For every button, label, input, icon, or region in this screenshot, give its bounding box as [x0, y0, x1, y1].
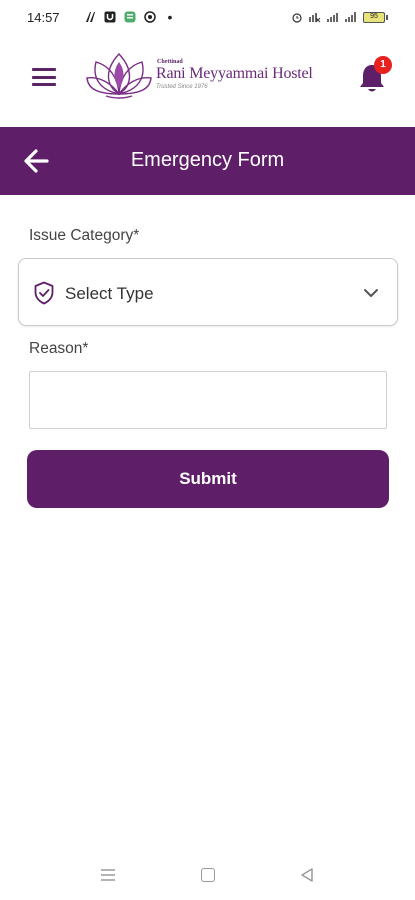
- submit-button[interactable]: Submit: [27, 450, 389, 508]
- home-icon[interactable]: [201, 868, 215, 882]
- system-nav-bar: [0, 850, 415, 900]
- reason-label: Reason*: [29, 340, 89, 357]
- signal-icon: [345, 12, 356, 22]
- top-header: Chettinad Rani Meyyammai Hostel Trusted …: [0, 34, 415, 127]
- hamburger-icon[interactable]: [32, 68, 56, 86]
- lotus-logo-icon: [86, 52, 152, 99]
- alarm-icon: [292, 13, 302, 23]
- notification-bell-button[interactable]: 1: [357, 56, 392, 94]
- wifi-bars-icon: [327, 13, 338, 22]
- more-notifications-dot: •: [167, 9, 173, 25]
- logo-title: Rani Meyyammai Hostel: [156, 64, 313, 82]
- recent-apps-icon[interactable]: [100, 868, 116, 882]
- notification-badge: 1: [374, 56, 392, 74]
- app-pinwheel-icon: [143, 11, 156, 23]
- chevron-down-icon: [364, 289, 378, 297]
- issue-category-value: Select Type: [65, 284, 154, 303]
- no-signal-icon: [309, 13, 321, 23]
- logo-tagline: Trusted Since 1976: [156, 83, 208, 90]
- reason-input[interactable]: [29, 371, 387, 429]
- app-u-icon: [104, 11, 116, 23]
- issue-category-select[interactable]: Select Type: [18, 258, 398, 326]
- hostel-logo: Chettinad Rani Meyyammai Hostel Trusted …: [86, 48, 313, 100]
- issue-category-label: Issue Category*: [29, 227, 140, 244]
- battery-indicator: 95: [363, 11, 388, 23]
- shield-check-icon: [34, 281, 54, 305]
- status-bar: 14:57 • 95: [0, 0, 415, 34]
- nav-back-icon[interactable]: [300, 867, 314, 883]
- status-time: 14:57: [27, 9, 60, 25]
- app-bar: Emergency Form: [0, 127, 415, 195]
- page-title: Emergency Form: [130, 149, 285, 171]
- app-green-icon: [124, 11, 136, 23]
- app-notification-icon: [85, 12, 95, 22]
